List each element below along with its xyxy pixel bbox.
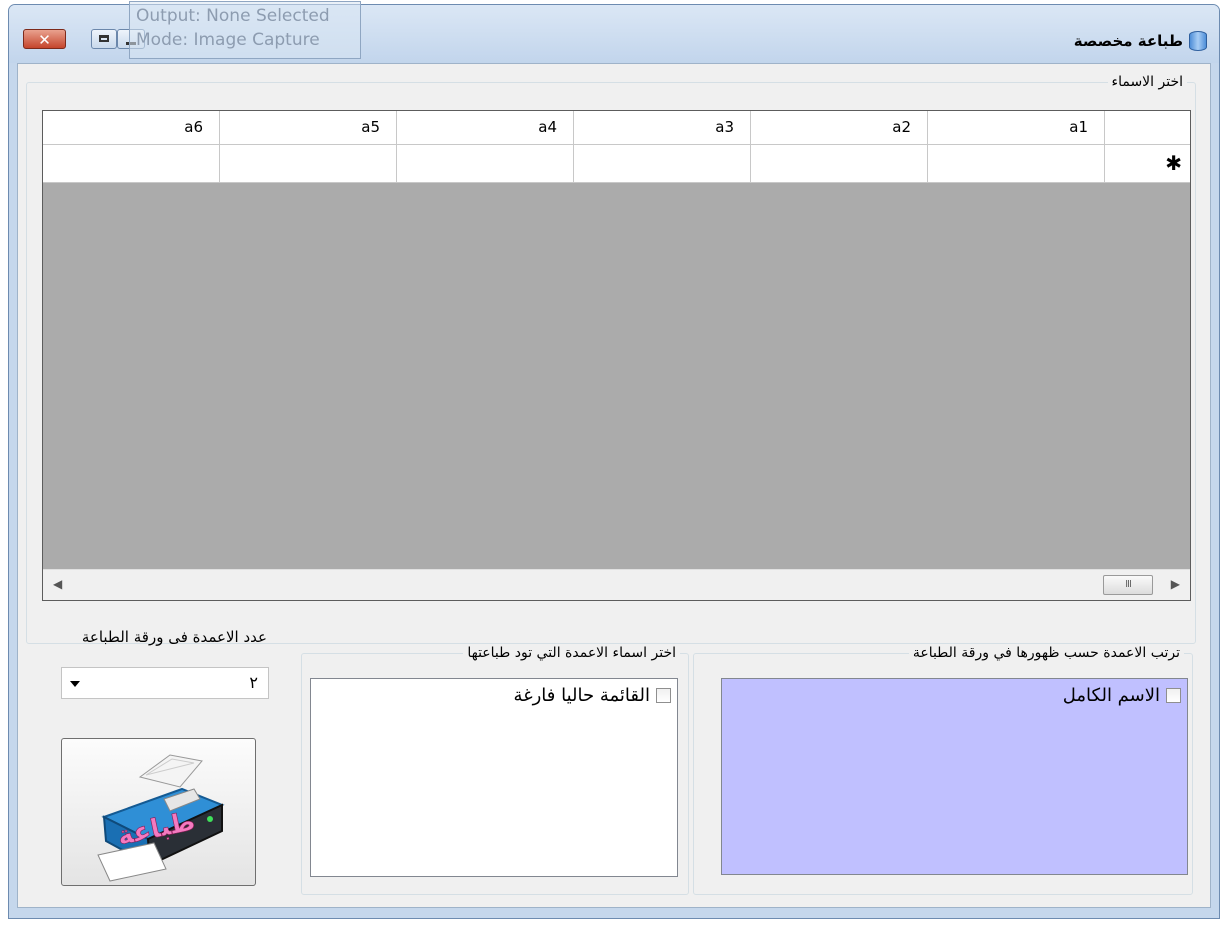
grid-cell-a6[interactable] bbox=[43, 145, 220, 183]
column-header-a1[interactable]: a1 bbox=[928, 111, 1105, 145]
window-title: طباعة مخصصة bbox=[1073, 32, 1183, 50]
row-header-corner bbox=[1105, 111, 1190, 145]
order-columns-list[interactable]: الاسم الكامل bbox=[721, 678, 1188, 875]
order-columns-item-label: الاسم الكامل bbox=[1062, 685, 1160, 706]
scroll-thumb[interactable]: III bbox=[1103, 575, 1153, 595]
close-button[interactable]: ✕ bbox=[23, 29, 66, 49]
new-row[interactable]: ✱ bbox=[43, 145, 1190, 183]
select-columns-legend: اختر اسماء الاعمدة التي تود طباعتها bbox=[467, 645, 676, 661]
column-header-a3[interactable]: a3 bbox=[574, 111, 751, 145]
order-columns-checkbox[interactable] bbox=[1166, 688, 1181, 703]
horizontal-scrollbar[interactable]: ◀ III ▶ bbox=[43, 569, 1190, 600]
app-window: ✕ Output: None Selected Mode: Image Capt… bbox=[8, 1, 1220, 919]
select-columns-item-label: القائمة حاليا فارغة bbox=[513, 685, 650, 706]
names-group-legend: اختر الاسماء bbox=[1111, 74, 1184, 90]
database-icon bbox=[1189, 31, 1207, 51]
names-data-grid[interactable]: a6 a5 a4 a3 a2 a1 ✱ ◀ III ▶ bbox=[42, 110, 1191, 601]
chevron-down-icon[interactable] bbox=[70, 681, 80, 687]
grid-cell-a5[interactable] bbox=[220, 145, 397, 183]
grid-header-row: a6 a5 a4 a3 a2 a1 bbox=[43, 111, 1190, 145]
capture-mode-text: Mode: Image Capture bbox=[136, 30, 320, 50]
column-header-a5[interactable]: a5 bbox=[220, 111, 397, 145]
scroll-left-icon[interactable]: ◀ bbox=[53, 577, 62, 591]
scroll-right-icon[interactable]: ▶ bbox=[1171, 577, 1180, 591]
grid-cell-a4[interactable] bbox=[397, 145, 574, 183]
select-columns-checkbox[interactable] bbox=[656, 688, 671, 703]
capture-output-text: Output: None Selected bbox=[136, 6, 330, 26]
column-header-a4[interactable]: a4 bbox=[397, 111, 574, 145]
grid-cell-a1[interactable] bbox=[928, 145, 1105, 183]
order-columns-legend: ترتب الاعمدة حسب ظهورها في ورقة الطباعة bbox=[912, 645, 1180, 661]
column-header-a2[interactable]: a2 bbox=[751, 111, 928, 145]
printer-icon: طباعة bbox=[97, 754, 225, 882]
restore-button[interactable] bbox=[91, 29, 117, 49]
title-bar[interactable]: ✕ Output: None Selected Mode: Image Capt… bbox=[9, 1, 1219, 63]
grid-cell-a3[interactable] bbox=[574, 145, 751, 183]
new-row-marker-icon[interactable]: ✱ bbox=[1105, 145, 1190, 183]
column-count-dropdown[interactable]: ٢ bbox=[61, 667, 269, 699]
grid-cell-a2[interactable] bbox=[751, 145, 928, 183]
select-columns-item[interactable]: القائمة حاليا فارغة bbox=[514, 685, 671, 706]
order-columns-item[interactable]: الاسم الكامل bbox=[1063, 685, 1181, 706]
column-count-value: ٢ bbox=[249, 673, 258, 692]
select-columns-list[interactable]: القائمة حاليا فارغة bbox=[310, 678, 678, 877]
column-count-label: عدد الاعمدة فى ورقة الطباعة bbox=[81, 628, 267, 646]
print-button[interactable]: طباعة bbox=[61, 738, 256, 886]
capture-tool-overlay: Output: None Selected Mode: Image Captur… bbox=[129, 1, 361, 59]
window-title-area: طباعة مخصصة bbox=[1074, 31, 1207, 51]
column-header-a6[interactable]: a6 bbox=[43, 111, 220, 145]
